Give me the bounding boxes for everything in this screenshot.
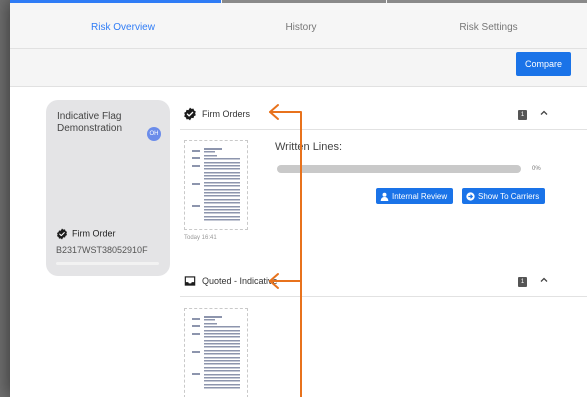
arrow-right-circle-icon: [466, 191, 475, 201]
internal-review-label: Internal Review: [392, 191, 448, 201]
risk-card-progress: [56, 262, 159, 265]
written-lines-progress-bar: [277, 165, 521, 173]
show-to-carriers-label: Show To Carriers: [478, 191, 540, 201]
firm-orders-section-header[interactable]: Firm Orders 1: [180, 101, 587, 130]
internal-review-button[interactable]: Internal Review: [376, 188, 454, 204]
tab-risk-settings[interactable]: Risk Settings: [390, 0, 587, 48]
document-thumbnail[interactable]: [184, 140, 248, 230]
inbox-tray-icon: [184, 276, 196, 286]
user-icon: [380, 192, 389, 201]
firm-orders-count: 1: [518, 110, 527, 120]
document-preview-icon: [192, 148, 240, 221]
document-timestamp: Today 16:41: [184, 235, 217, 241]
risk-card-status: Firm Order: [56, 228, 116, 240]
document-thumbnail[interactable]: [184, 308, 248, 397]
show-to-carriers-button[interactable]: Show To Carriers: [462, 188, 546, 204]
tab-bar: Risk Overview History Risk Settings: [10, 0, 587, 49]
compare-button[interactable]: Compare: [516, 52, 571, 76]
toolbar: Compare: [10, 49, 587, 87]
tab-history[interactable]: History: [236, 0, 366, 48]
risk-overview-content: Indicative Flag Demonstration OH Firm Or…: [10, 87, 587, 397]
quoted-indicative-section-header[interactable]: Quoted - Indicative 1: [180, 268, 587, 297]
quoted-indicative-count: 1: [518, 277, 527, 287]
written-lines-percent: 0%: [532, 166, 541, 172]
risk-card-order-label: Firm Order: [72, 228, 116, 239]
verified-badge-icon: [184, 107, 196, 121]
risk-card-title: Indicative Flag Demonstration: [57, 111, 123, 134]
quoted-indicative-title: Quoted - Indicative: [202, 276, 278, 286]
risk-app-window: Risk Overview History Risk Settings Comp…: [10, 0, 587, 397]
risk-card[interactable]: Indicative Flag Demonstration OH Firm Or…: [46, 100, 170, 276]
document-preview-icon: [192, 316, 240, 389]
tab-risk-overview[interactable]: Risk Overview: [10, 0, 236, 48]
risk-card-reference: B2317WST38052910F: [56, 245, 148, 255]
firm-orders-title: Firm Orders: [202, 109, 250, 119]
user-initials-badge: OH: [147, 127, 161, 141]
chevron-up-icon[interactable]: [539, 275, 549, 285]
chevron-up-icon[interactable]: [539, 108, 549, 118]
written-lines-label: Written Lines:: [275, 141, 343, 153]
verified-badge-icon: [57, 228, 67, 240]
